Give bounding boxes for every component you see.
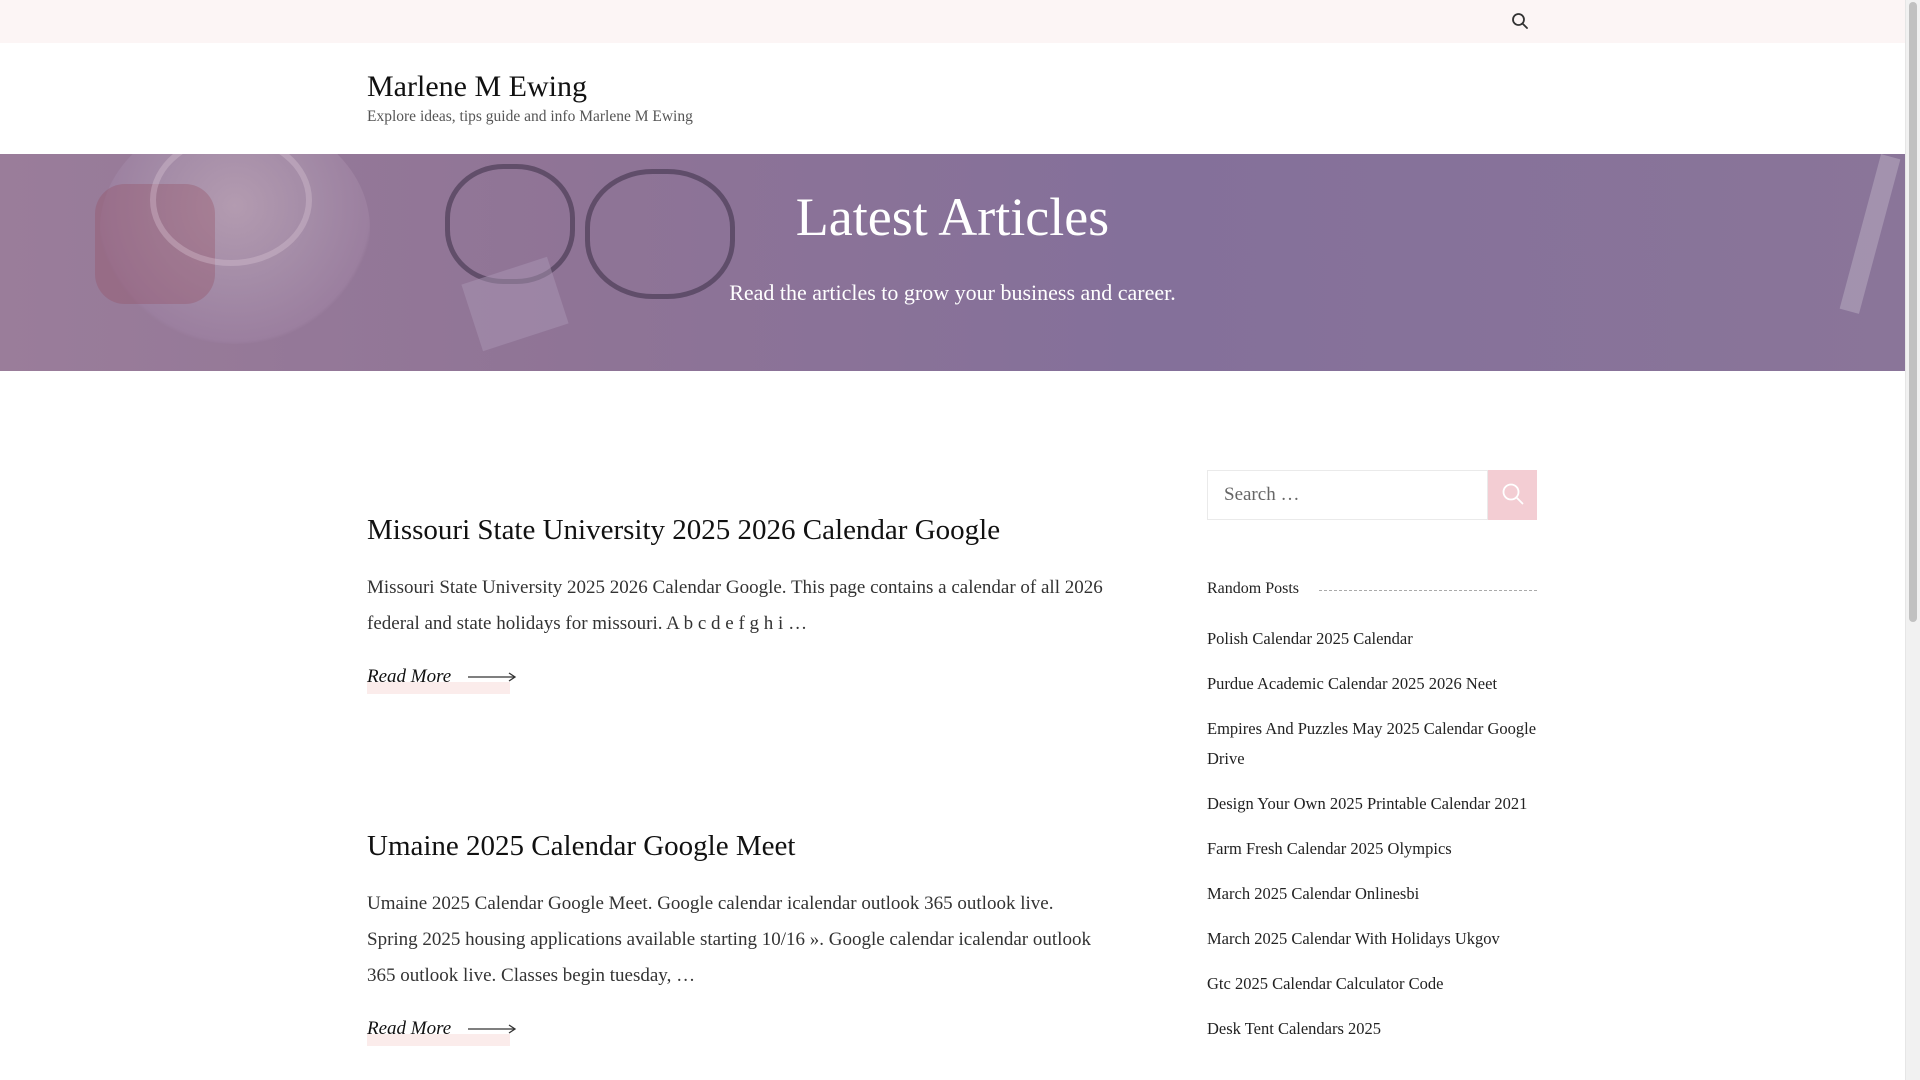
post-title[interactable]: Missouri State University 2025 2026 Cale…	[367, 513, 1107, 548]
random-posts-heading: Random Posts	[1207, 580, 1537, 598]
post-item: Missouri State University 2025 2026 Cale…	[367, 513, 1107, 695]
page: Marlene M Ewing Explore ideas, tips guid…	[0, 0, 1905, 1080]
hero-title: Latest Articles	[795, 187, 1110, 247]
random-post-link[interactable]: Polish Calendar 2025 Calendar	[1207, 624, 1537, 654]
post-excerpt: Umaine 2025 Calendar Google Meet. Google…	[367, 892, 1091, 986]
site-header: Marlene M Ewing Explore ideas, tips guid…	[0, 43, 1905, 154]
random-post-link[interactable]: Purdue Academic Calendar 2025 2026 Neet	[1207, 669, 1537, 699]
top-bar	[0, 0, 1905, 43]
search-form	[1207, 470, 1537, 520]
arrow-right-icon	[468, 666, 518, 688]
arrow-right-icon	[468, 1018, 518, 1040]
hero-subtitle: Read the articles to grow your business …	[729, 280, 1176, 305]
random-post-link[interactable]: March 2025 Calendar With Holidays Ukgov	[1207, 924, 1537, 954]
dashed-divider	[1319, 590, 1537, 591]
sidebar: Random Posts Polish Calendar 2025 Calend…	[1207, 470, 1537, 1059]
random-post-link[interactable]: Empires And Puzzles May 2025 Calendar Go…	[1207, 714, 1537, 774]
read-more-label: Read More	[367, 1017, 452, 1039]
random-posts-title: Random Posts	[1207, 580, 1300, 597]
random-post-link[interactable]: March 2025 Calendar Onlinesbi	[1207, 879, 1537, 909]
post-item: Umaine 2025 Calendar Google Meet Umaine …	[367, 829, 1107, 1047]
search-icon	[1500, 483, 1526, 510]
site-description: Explore ideas, tips guide and info Marle…	[367, 108, 693, 125]
read-more-link[interactable]: Read More	[367, 1017, 518, 1047]
random-posts-list: Polish Calendar 2025 Calendar Purdue Aca…	[1207, 624, 1537, 1044]
post-title[interactable]: Umaine 2025 Calendar Google Meet	[367, 829, 1107, 864]
search-button[interactable]	[1488, 470, 1537, 520]
random-post-link[interactable]: Gtc 2025 Calendar Calculator Code	[1207, 969, 1537, 999]
random-post-link[interactable]: Farm Fresh Calendar 2025 Olympics	[1207, 834, 1537, 864]
scrollbar[interactable]	[1905, 0, 1920, 1080]
search-input[interactable]	[1207, 470, 1488, 520]
site-title[interactable]: Marlene M Ewing	[367, 70, 587, 104]
read-more-label: Read More	[367, 665, 452, 687]
scrollbar-thumb[interactable]	[1909, 2, 1917, 622]
hero-banner: Latest Articles Read the articles to gro…	[0, 154, 1905, 371]
search-icon[interactable]	[1510, 11, 1530, 31]
read-more-link[interactable]: Read More	[367, 665, 518, 695]
random-post-link[interactable]: Desk Tent Calendars 2025	[1207, 1014, 1537, 1044]
post-excerpt: Missouri State University 2025 2026 Cale…	[367, 576, 1103, 634]
random-post-link[interactable]: Design Your Own 2025 Printable Calendar …	[1207, 789, 1537, 819]
